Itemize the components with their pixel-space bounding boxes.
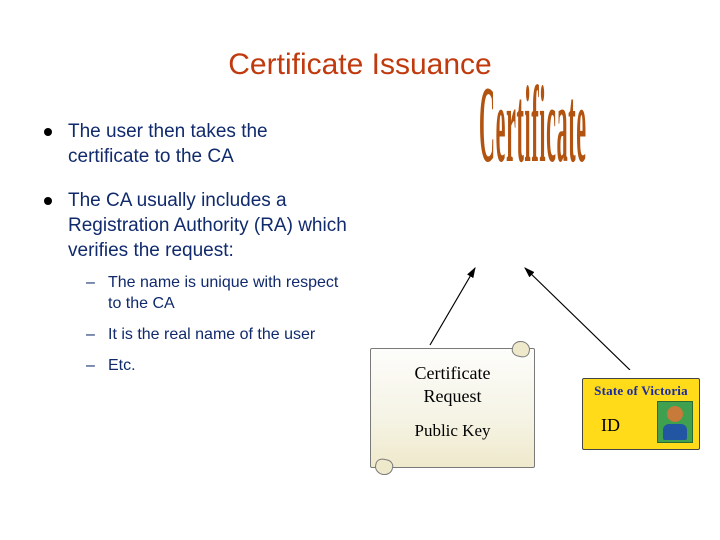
slide-title: Certificate Issuance xyxy=(0,48,720,82)
diagram-area: Certificate Certificate Request Public K… xyxy=(370,110,710,510)
scroll-line-1: Certificate xyxy=(379,363,526,384)
slide-body: The user then takes the certificate to t… xyxy=(40,120,350,397)
sub-bullet-item: The name is unique with respect to the C… xyxy=(68,273,350,315)
sub-bullet-item: Etc. xyxy=(68,356,350,377)
certificate-wordart: Certificate xyxy=(479,68,587,190)
certificate-request-scroll-icon: Certificate Request Public Key xyxy=(370,348,535,468)
scroll-line-3: Public Key xyxy=(379,421,526,441)
bullet-text: The user then takes the certificate to t… xyxy=(68,121,268,167)
id-card-label: ID xyxy=(601,415,620,436)
scroll-line-2: Request xyxy=(379,386,526,407)
sub-bullet-text: The name is unique with respect to the C… xyxy=(108,274,338,312)
sub-bullet-text: Etc. xyxy=(108,357,136,374)
bullet-text: The CA usually includes a Registration A… xyxy=(68,190,347,260)
bullet-item: The CA usually includes a Registration A… xyxy=(40,189,350,376)
sub-bullet-text: It is the real name of the user xyxy=(108,326,315,343)
sub-bullet-list: The name is unique with respect to the C… xyxy=(68,273,350,376)
sub-bullet-item: It is the real name of the user xyxy=(68,325,350,346)
id-card-banner: State of Victoria xyxy=(587,383,695,399)
id-card-photo-icon xyxy=(657,401,693,443)
slide: Certificate Issuance The user then takes… xyxy=(0,0,720,540)
bullet-item: The user then takes the certificate to t… xyxy=(40,120,350,169)
bullet-list: The user then takes the certificate to t… xyxy=(40,120,350,377)
id-card-icon: State of Victoria ID xyxy=(582,378,700,450)
